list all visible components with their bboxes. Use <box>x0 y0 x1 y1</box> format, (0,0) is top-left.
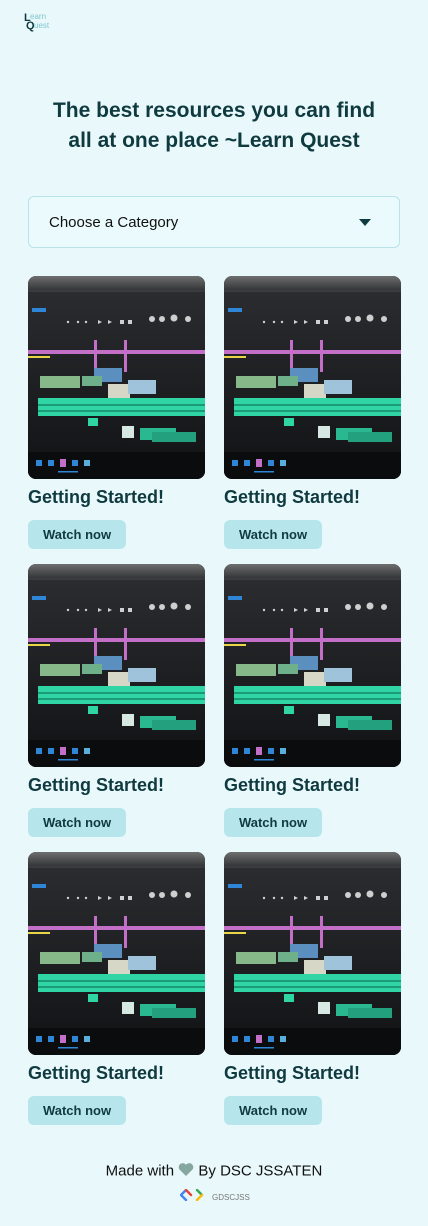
video-thumbnail[interactable] <box>28 564 205 767</box>
headline-line-2: all at one place ~Learn Quest <box>68 129 360 152</box>
watch-now-button[interactable]: Watch now <box>28 1096 126 1125</box>
video-card: Getting Started! Watch now <box>28 852 205 1125</box>
video-card: Getting Started! Watch now <box>28 276 205 549</box>
learn-quest-logo[interactable]: L earn Q uest <box>22 12 56 32</box>
video-card: Getting Started! Watch now <box>224 852 401 1125</box>
watch-now-button[interactable]: Watch now <box>28 808 126 837</box>
video-card: Getting Started! Watch now <box>28 564 205 837</box>
watch-now-button[interactable]: Watch now <box>224 520 322 549</box>
watch-now-button[interactable]: Watch now <box>28 520 126 549</box>
category-select-value: Choose a Category <box>49 213 179 231</box>
video-card: Getting Started! Watch now <box>224 276 401 549</box>
video-thumbnail[interactable] <box>224 276 401 479</box>
card-title: Getting Started! <box>28 487 165 507</box>
footer-by: By DSC JSSATEN <box>198 1162 323 1180</box>
video-thumbnail[interactable] <box>28 852 205 1055</box>
card-title: Getting Started! <box>224 487 361 507</box>
gdsc-logo-icon <box>179 1188 208 1206</box>
card-title: Getting Started! <box>28 1063 165 1083</box>
category-select[interactable]: Choose a Category <box>28 196 400 248</box>
video-card: Getting Started! Watch now <box>224 564 401 837</box>
card-title: Getting Started! <box>224 1063 361 1083</box>
heart-icon <box>178 1162 194 1181</box>
card-title: Getting Started! <box>224 775 361 795</box>
watch-now-button[interactable]: Watch now <box>224 808 322 837</box>
video-thumbnail[interactable] <box>224 564 401 767</box>
video-thumbnail[interactable] <box>224 852 401 1055</box>
watch-now-button[interactable]: Watch now <box>224 1096 322 1125</box>
gdsc-badge-text: GDSCJSS <box>212 1192 250 1202</box>
page-headline: The best resources you can find all at o… <box>0 96 428 156</box>
footer-credit: Made with By DSC JSSATEN <box>0 1162 428 1181</box>
gdsc-badge: GDSCJSS <box>179 1188 250 1206</box>
video-thumbnail[interactable] <box>28 276 205 479</box>
logo-text-uest: uest <box>34 21 50 30</box>
footer-made-with: Made with <box>105 1162 175 1180</box>
headline-line-1: The best resources you can find <box>52 99 376 122</box>
caret-down-icon <box>359 219 371 226</box>
card-title: Getting Started! <box>28 775 165 795</box>
